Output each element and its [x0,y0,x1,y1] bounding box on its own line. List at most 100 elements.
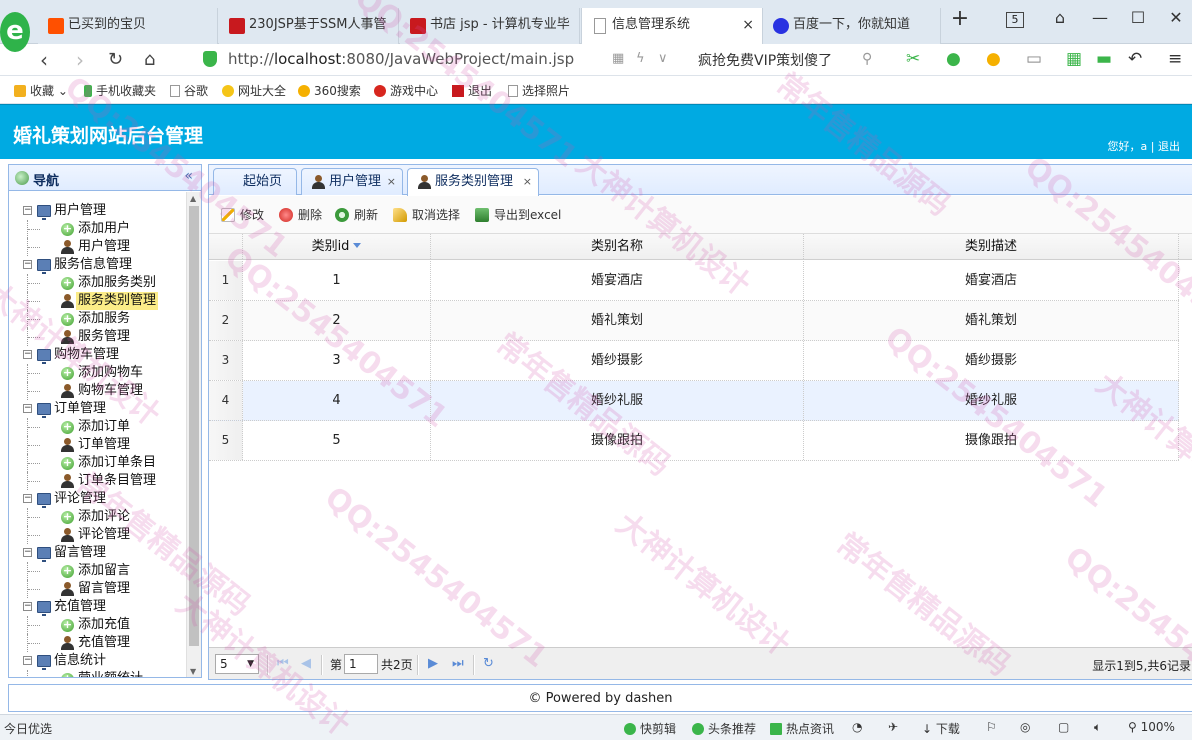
coin-icon[interactable]: ● [986,49,1001,69]
browser-tab-baidu[interactable]: 百度一下，你就知道 [763,8,941,44]
chevron-down-icon[interactable]: ∨ [658,51,668,66]
browser-tab-bookstore[interactable]: 书店 jsp - 计算机专业毕 [400,8,580,44]
tree-node-item[interactable]: 用户管理 [9,238,187,256]
translate-icon[interactable]: ● [946,49,961,69]
reload-page-icon[interactable]: ↻ [483,656,494,671]
tab-service-category[interactable]: 服务类别管理 × [407,168,539,196]
tree-node-group[interactable]: − 评论管理 [9,490,187,508]
cancel-selection-button[interactable]: 取消选择 [393,206,460,223]
column-header-id[interactable]: 类别id [243,234,431,259]
export-excel-button[interactable]: 导出到excel [475,206,561,223]
bookmark-directory[interactable]: 网址大全 [222,82,286,99]
table-row[interactable]: 4 4 婚纱礼服 婚纱礼服 [209,381,1179,421]
table-row[interactable]: 5 5 摄像跟拍 摄像跟拍 [209,421,1179,461]
scissors-icon[interactable]: ✂ [906,49,920,69]
collapse-toggle-icon[interactable]: − [23,260,32,269]
tree-node-group[interactable]: − 购物车管理 [9,346,187,364]
skin-icon[interactable]: ⌂ [1050,8,1070,27]
tree-node-item[interactable]: +营业额统计 [9,670,187,677]
tab-close-icon[interactable]: × [387,169,396,195]
scroll-up-icon[interactable]: ▲ [190,194,196,203]
battery-icon[interactable]: ▬ [1096,49,1112,69]
image-icon[interactable]: ▭ [1026,49,1042,69]
refresh-button[interactable]: 刷新 [335,206,378,223]
tree-node-item[interactable]: + 添加用户 [9,220,187,238]
tree-node-group[interactable]: − 信息统计 [9,652,187,670]
bookmark-exit[interactable]: 退出 [452,82,492,99]
tab-close-icon[interactable]: × [742,8,754,42]
tree-node-item[interactable]: + 添加留言 [9,562,187,580]
tree-node-item[interactable]: + 添加订单 [9,418,187,436]
logout-link[interactable]: 退出 [1158,140,1180,153]
table-row[interactable]: 3 3 婚纱摄影 婚纱摄影 [209,341,1179,381]
next-page-icon[interactable]: ▶ [428,656,438,671]
status-download-button[interactable]: ↓ 下载 [922,720,960,737]
delete-button[interactable]: 删除 [279,206,322,223]
url-input[interactable]: http://localhost:8080/JavaWebProject/mai… [228,50,574,68]
close-window-button[interactable]: ✕ [1166,8,1186,27]
forward-icon[interactable]: › [76,48,84,72]
bookmark-google[interactable]: 谷歌 [170,82,208,99]
browser-icon[interactable]: ◎ [1020,720,1030,734]
reload-icon[interactable]: ↻ [108,49,123,70]
tree-node-item[interactable]: + 添加充值 [9,616,187,634]
table-row[interactable]: 1 1 婚宴酒店 婚宴酒店 [209,261,1179,301]
home-icon[interactable]: ⌂ [144,49,155,70]
tree-node-item[interactable]: 购物车管理 [9,382,187,400]
first-page-icon[interactable]: ⏮ [277,656,289,671]
tree-node-item[interactable]: 服务管理 [9,328,187,346]
last-page-icon[interactable]: ⏭ [452,656,464,671]
speaker-icon[interactable]: 🔈︎ [1094,720,1101,735]
tab-close-icon[interactable]: × [523,169,532,195]
bookmark-games[interactable]: 游戏中心 [374,82,438,99]
tree-node-group[interactable]: − 留言管理 [9,544,187,562]
tree-node-item[interactable]: + 添加服务 [9,310,187,328]
collapse-toggle-icon[interactable]: − [23,350,32,359]
tree-node-group[interactable]: − 服务信息管理 [9,256,187,274]
apps-icon[interactable]: ▦ [1066,49,1082,69]
minimize-button[interactable]: — [1090,8,1110,27]
scroll-thumb[interactable] [189,206,199,646]
prev-page-icon[interactable]: ◀ [301,656,311,671]
collapse-panel-icon[interactable]: « [184,168,193,184]
edit-button[interactable]: 修改 [221,206,264,223]
page-size-select[interactable]: 5 ▼ [215,654,259,674]
tree-node-item[interactable]: 评论管理 [9,526,187,544]
table-row[interactable]: 2 2 婚礼策划 婚礼策划 [209,301,1179,341]
scroll-down-icon[interactable]: ▼ [190,667,196,676]
collapse-toggle-icon[interactable]: − [23,206,32,215]
collapse-toggle-icon[interactable]: − [23,656,32,665]
promo-text[interactable]: 疯抢免费VIP策划傻了 [698,50,832,70]
status-hot-button[interactable]: 热点资讯 [770,720,834,737]
undo-icon[interactable]: ↶ [1128,49,1142,69]
lightning-icon[interactable]: ϟ [636,51,645,66]
tree-node-item[interactable]: 充值管理 [9,634,187,652]
bookmark-photos[interactable]: 选择照片 [508,82,570,99]
bookmark-mobile[interactable]: 手机收藏夹 [84,82,156,99]
page-number-input[interactable]: 1 [344,654,378,674]
tab-user-management[interactable]: 用户管理 × [301,168,403,195]
status-clip-button[interactable]: 快剪辑 [624,720,676,737]
browser-tab-taobao[interactable]: 已买到的宝贝 [38,8,218,44]
status-news-button[interactable]: 头条推荐 [692,720,756,737]
tree-node-group[interactable]: − 订单管理 [9,400,187,418]
browser-tab-ssm[interactable]: 230JSP基于SSM人事管 [219,8,399,44]
new-tab-button[interactable]: + [950,6,970,31]
maximize-button[interactable]: ☐ [1128,8,1148,27]
tree-node-item[interactable]: + 添加评论 [9,508,187,526]
bookmark-360search[interactable]: 360搜索 [298,82,361,99]
menu-icon[interactable]: ≡ [1168,49,1182,69]
tree-node-item[interactable]: + 添加服务类别 [9,274,187,292]
collapse-toggle-icon[interactable]: − [23,494,32,503]
back-icon[interactable]: ‹ [40,48,48,72]
tree-node-item[interactable]: 服务类别管理 [9,292,187,310]
browser-tab-active[interactable]: 信息管理系统 × [581,8,763,44]
collapse-toggle-icon[interactable]: − [23,548,32,557]
collapse-toggle-icon[interactable]: − [23,404,32,413]
collapse-toggle-icon[interactable]: − [23,602,32,611]
search-icon[interactable]: ⚲ [862,51,872,67]
nav-scrollbar[interactable]: ▲ ▼ [186,192,201,677]
tab-count-badge[interactable]: 5 [1006,12,1024,28]
tree-node-group[interactable]: − 用户管理 [9,202,187,220]
tree-node-item[interactable]: + 添加订单条目 [9,454,187,472]
